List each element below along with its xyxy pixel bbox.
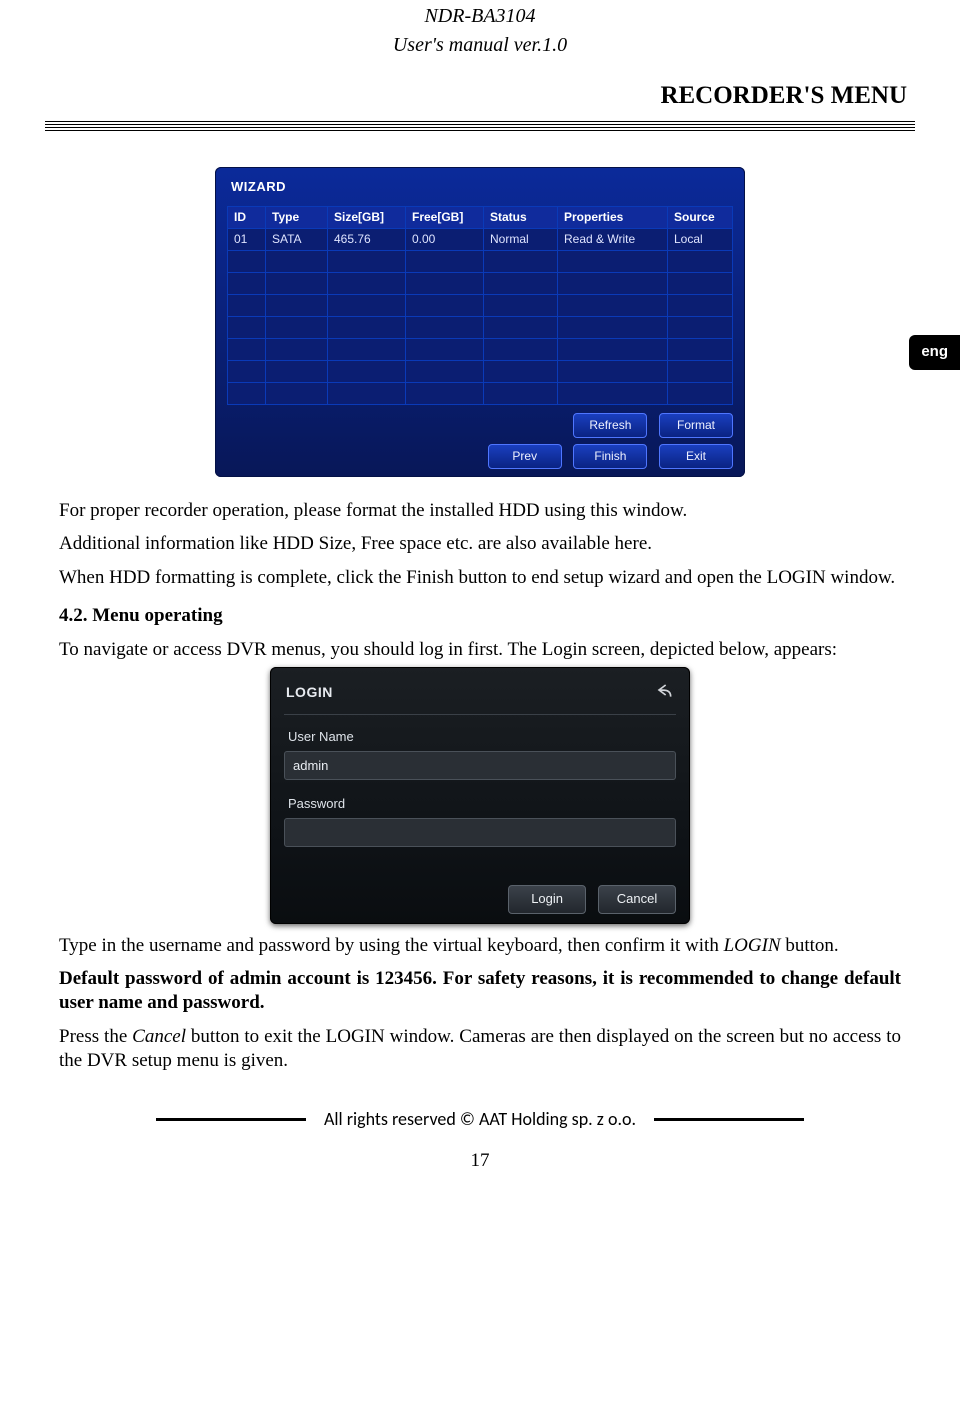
cancel-button[interactable]: Cancel	[598, 885, 676, 913]
col-id: ID	[228, 206, 266, 228]
text-italic: Cancel	[132, 1026, 186, 1047]
back-icon[interactable]	[654, 681, 674, 704]
login-title: LOGIN	[286, 684, 333, 702]
password-label: Password	[288, 796, 672, 812]
section-title: RECORDER'S MENU	[45, 80, 915, 111]
table-row-empty	[228, 338, 733, 360]
text: Press the	[59, 1026, 132, 1047]
table-row-empty	[228, 316, 733, 338]
col-type: Type	[266, 206, 328, 228]
paragraph: When HDD formatting is complete, click t…	[59, 566, 901, 590]
paragraph: Press the Cancel button to exit the LOGI…	[59, 1025, 901, 1073]
col-size: Size[GB]	[328, 206, 406, 228]
cell-source: Local	[668, 228, 733, 250]
col-status: Status	[484, 206, 558, 228]
text: button.	[781, 935, 839, 956]
password-field[interactable]	[284, 818, 676, 847]
format-button[interactable]: Format	[659, 413, 733, 438]
wizard-disk-table: ID Type Size[GB] Free[GB] Status Propert…	[227, 206, 733, 405]
language-tab: eng	[909, 335, 960, 370]
cell-size: 465.76	[328, 228, 406, 250]
paragraph-bold: Default password of admin account is 123…	[59, 967, 901, 1015]
cell-properties: Read & Write	[558, 228, 668, 250]
manual-page: NDR-BA3104 User's manual ver.1.0 RECORDE…	[0, 0, 960, 1203]
exit-button[interactable]: Exit	[659, 444, 733, 469]
col-properties: Properties	[558, 206, 668, 228]
wizard-dialog: WIZARD ID Type Size[GB] Free[GB] Status …	[215, 167, 745, 476]
cell-id: 01	[228, 228, 266, 250]
text: Type in the username and password by usi…	[59, 935, 724, 956]
footer-rights: All rights reserved © AAT Holding sp. z …	[324, 1108, 636, 1131]
prev-button[interactable]: Prev	[488, 444, 562, 469]
divider	[45, 121, 915, 125]
header-model: NDR-BA3104	[45, 0, 915, 29]
username-field[interactable]	[284, 751, 676, 780]
paragraph: For proper recorder operation, please fo…	[59, 499, 901, 523]
text-italic: LOGIN	[724, 935, 781, 956]
subheading: 4.2. Menu operating	[59, 604, 901, 628]
col-source: Source	[668, 206, 733, 228]
table-header-row: ID Type Size[GB] Free[GB] Status Propert…	[228, 206, 733, 228]
wizard-title: WIZARD	[231, 179, 729, 195]
footer-rule: All rights reserved © AAT Holding sp. z …	[45, 1108, 915, 1131]
table-row-empty	[228, 250, 733, 272]
col-free: Free[GB]	[406, 206, 484, 228]
divider	[45, 127, 915, 131]
username-label: User Name	[288, 729, 672, 745]
paragraph: To navigate or access DVR menus, you sho…	[59, 638, 901, 662]
page-number: 17	[45, 1149, 915, 1173]
cell-status: Normal	[484, 228, 558, 250]
text: button to exit the LOGIN window. Cameras…	[59, 1026, 901, 1071]
cell-free: 0.00	[406, 228, 484, 250]
paragraph: Additional information like HDD Size, Fr…	[59, 532, 901, 556]
table-row-empty	[228, 272, 733, 294]
login-button[interactable]: Login	[508, 885, 586, 913]
table-row-empty	[228, 360, 733, 382]
header-manual-version: User's manual ver.1.0	[45, 29, 915, 58]
table-row-empty	[228, 294, 733, 316]
refresh-button[interactable]: Refresh	[573, 413, 647, 438]
cell-type: SATA	[266, 228, 328, 250]
table-row-empty	[228, 382, 733, 404]
finish-button[interactable]: Finish	[573, 444, 647, 469]
paragraph: Type in the username and password by usi…	[59, 934, 901, 958]
table-row[interactable]: 01SATA465.760.00NormalRead & WriteLocal	[228, 228, 733, 250]
login-dialog: LOGIN User Name Password Login Cancel	[270, 667, 690, 923]
